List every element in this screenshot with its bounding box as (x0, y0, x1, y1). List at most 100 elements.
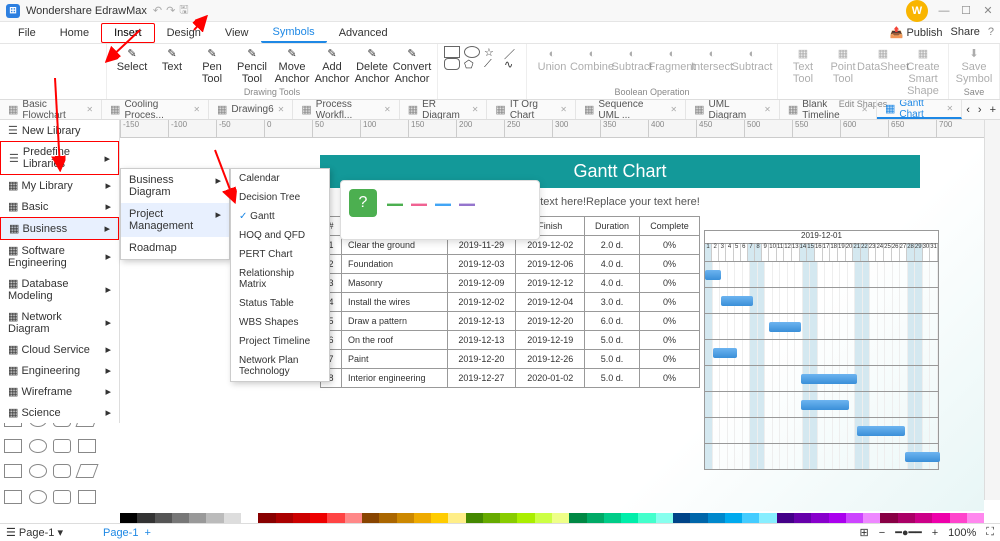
color-swatch[interactable] (846, 513, 863, 523)
tab-close-icon[interactable]: ✕ (86, 105, 93, 114)
tool-select[interactable]: ✎Select (113, 46, 151, 87)
page-indicator[interactable]: ☰ Page-1 ▾ (6, 526, 63, 539)
palette-shape-32[interactable] (4, 464, 22, 478)
redo-icon[interactable]: ↷ (166, 4, 175, 17)
color-swatch[interactable] (967, 513, 984, 523)
color-swatch[interactable] (932, 513, 949, 523)
tab-close-icon[interactable]: ✕ (193, 105, 200, 114)
edit-datasheet[interactable]: ▦DataSheet (864, 46, 902, 99)
color-swatch[interactable] (656, 513, 673, 523)
color-swatch[interactable] (310, 513, 327, 523)
sub-business-diagram[interactable]: Business Diagram▸ (121, 169, 229, 203)
gantt-bar[interactable] (705, 270, 721, 280)
palette-shape-37[interactable] (29, 490, 47, 504)
palette-shape-36[interactable] (4, 490, 22, 504)
gantt-bar[interactable] (801, 400, 849, 410)
gantt-bar[interactable] (905, 452, 940, 462)
tab-close-icon[interactable]: ✕ (278, 105, 285, 114)
sub2-project-timeline[interactable]: Project Timeline (231, 332, 329, 351)
color-swatch[interactable] (880, 513, 897, 523)
palette-shape-29[interactable] (29, 439, 47, 453)
tool-text[interactable]: ✎Text (153, 46, 191, 87)
tab-close-icon[interactable]: ✕ (560, 105, 567, 114)
lib-basic[interactable]: ▦ Basic▸ (0, 196, 119, 217)
sub2-calendar[interactable]: Calendar (231, 169, 329, 188)
color-swatch[interactable] (466, 513, 483, 523)
lib-engineering[interactable]: ▦ Engineering▸ (0, 360, 119, 381)
gantt-bar[interactable] (721, 296, 753, 306)
tool-convert-anchor[interactable]: ✎Convert Anchor (393, 46, 431, 87)
color-swatch[interactable] (759, 513, 776, 523)
tool-add-anchor[interactable]: ✎Add Anchor (313, 46, 351, 87)
gantt-row[interactable]: 8Interior engineering2019-12-272020-01-0… (321, 369, 700, 388)
save-icon[interactable]: 🖫 (179, 1, 188, 20)
color-swatch[interactable] (206, 513, 223, 523)
color-swatch[interactable] (950, 513, 967, 523)
tab-close-icon[interactable]: ✕ (764, 105, 771, 114)
tab-prev[interactable]: ‹ (962, 104, 974, 116)
tab-6[interactable]: ▦Sequence UML ...✕ (576, 100, 686, 119)
edit-text-tool[interactable]: ▦Text Tool (784, 46, 822, 99)
tab-5[interactable]: ▦IT Org Chart✕ (487, 100, 576, 119)
lib-business[interactable]: ▦ Business▸ (0, 217, 119, 240)
color-swatch[interactable] (777, 513, 794, 523)
tab-8[interactable]: ▦Blank Timeline✕ (780, 100, 877, 119)
color-swatch[interactable] (673, 513, 690, 523)
color-swatch[interactable] (189, 513, 206, 523)
color-swatch[interactable] (725, 513, 742, 523)
new-library-button[interactable]: ☰ New Library (0, 120, 119, 141)
gantt-row[interactable]: 7Paint2019-12-202019-12-265.0 d.0% (321, 350, 700, 369)
shape-roundrect[interactable] (444, 58, 460, 70)
sub2-decision-tree[interactable]: Decision Tree (231, 188, 329, 207)
color-swatch[interactable] (362, 513, 379, 523)
zoom-in-button[interactable]: + (932, 527, 938, 539)
sub2-gantt[interactable]: Gantt (231, 207, 329, 226)
lib-science[interactable]: ▦ Science▸ (0, 402, 119, 423)
bool-combine[interactable]: ◐Combine (573, 46, 611, 75)
tab-0[interactable]: ▦Basic Flowchart✕ (0, 100, 102, 119)
template-popup[interactable]: ? ▬▬ ▬▬ ▬▬ ▬▬ (340, 180, 540, 240)
gantt-row[interactable]: 3Masonry2019-12-092019-12-124.0 d.0% (321, 274, 700, 293)
color-swatch[interactable] (829, 513, 846, 523)
color-swatch[interactable] (604, 513, 621, 523)
maximize-icon[interactable]: ☐ (960, 4, 972, 17)
bool-intersect[interactable]: ◐Intersect (693, 46, 731, 75)
color-swatch[interactable] (811, 513, 828, 523)
tool-delete-anchor[interactable]: ✎Delete Anchor (353, 46, 391, 87)
tab-3[interactable]: ▦Process Workfl...✕ (293, 100, 399, 119)
shape-ellipse[interactable] (464, 46, 480, 58)
palette-shape-30[interactable] (53, 439, 71, 453)
gantt-row[interactable]: 4Install the wires2019-12-022019-12-043.… (321, 293, 700, 312)
edit-create-smart-shape[interactable]: ▦Create Smart Shape (904, 46, 942, 99)
palette-shape-35[interactable] (75, 464, 98, 478)
color-swatch[interactable] (569, 513, 586, 523)
tab-close-icon[interactable]: ✕ (947, 104, 954, 113)
tab-add[interactable]: + (986, 104, 1000, 116)
menu-file[interactable]: File (6, 24, 48, 42)
menu-home[interactable]: Home (48, 24, 101, 42)
color-swatch[interactable] (794, 513, 811, 523)
color-swatch[interactable] (431, 513, 448, 523)
save-symbol-button[interactable]: ⬇Save Symbol (955, 46, 993, 87)
sub-project-management[interactable]: Project Management▸ (121, 203, 229, 237)
color-swatch[interactable] (414, 513, 431, 523)
share-button[interactable]: Share (951, 26, 980, 39)
shape-rect[interactable] (444, 46, 460, 58)
lib-network-diagram[interactable]: ▦ Network Diagram▸ (0, 306, 119, 339)
color-swatch[interactable] (517, 513, 534, 523)
sub2-status-table[interactable]: Status Table (231, 294, 329, 313)
menu-symbols[interactable]: Symbols (261, 23, 327, 43)
tab-4[interactable]: ▦ER Diagram✕ (400, 100, 488, 119)
color-swatch[interactable] (742, 513, 759, 523)
color-swatch[interactable] (638, 513, 655, 523)
color-swatch[interactable] (552, 513, 569, 523)
right-panel[interactable] (984, 120, 1000, 500)
publish-button[interactable]: 📤 Publish (890, 26, 943, 39)
color-swatch[interactable] (621, 513, 638, 523)
sub2-hoq-and-qfd[interactable]: HOQ and QFD (231, 226, 329, 245)
tab-next[interactable]: › (974, 104, 986, 116)
gantt-row[interactable]: 2Foundation2019-12-032019-12-064.0 d.0% (321, 255, 700, 274)
gantt-row[interactable]: 6On the roof2019-12-132019-12-195.0 d.0% (321, 331, 700, 350)
gantt-bar[interactable] (713, 348, 737, 358)
palette-shape-31[interactable] (78, 439, 96, 453)
